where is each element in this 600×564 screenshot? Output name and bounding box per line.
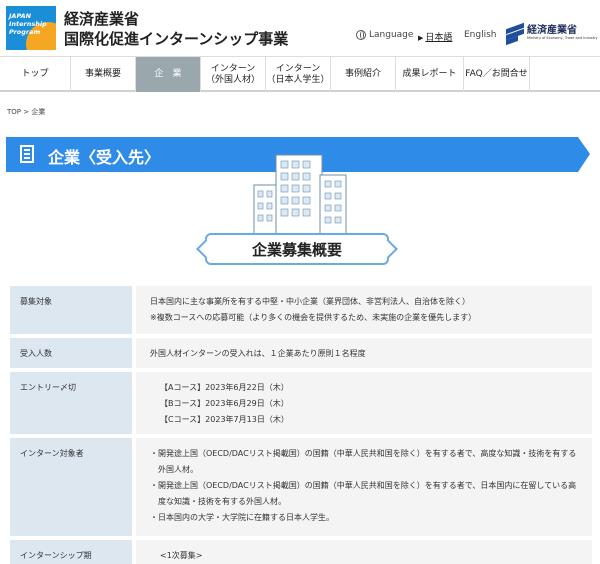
page-title: 企業〈受入先〉 (48, 148, 161, 167)
row-label: エントリー〆切 (10, 372, 132, 434)
row-label: 受入人数 (10, 338, 132, 368)
row-value: <1次募集> (136, 540, 592, 564)
nav-item-reports[interactable]: 成果レポート (395, 57, 463, 92)
meti-subtitle: Ministry of Economy, Trade and Industry (527, 36, 598, 40)
nav-item-intern-japanese[interactable]: インターン （日本人学生） (265, 57, 330, 92)
meti-mark-icon (506, 22, 524, 46)
building-illustration-icon (253, 154, 347, 238)
nav-item-case-studies[interactable]: 事例紹介 (330, 57, 395, 92)
table-row: インターンシップ期 <1次募集> (10, 540, 592, 564)
table-row: 募集対象 日本国内に主な事業所を有する中堅・中小企業（業界団体、非営利法人、自治… (10, 286, 592, 334)
row-label: インターンシップ期 (10, 540, 132, 564)
site-title[interactable]: 経済産業省 国際化促進インターンシップ事業 (64, 9, 288, 49)
row-value: 外国人材インターンの受入れは、１企業あたり原則１名程度 (136, 338, 592, 368)
site-title-line1: 経済産業省 (64, 10, 140, 28)
meti-name: 経済産業省 (527, 25, 577, 36)
globe-icon (356, 30, 366, 40)
row-value: 【Aコース】2023年6月22日（木） 【Bコース】2023年6月29日（木） … (136, 372, 592, 434)
meti-logo[interactable]: 経済産業省 Ministry of Economy, Trade and Ind… (506, 22, 598, 46)
logo-line: JAPAN (9, 12, 32, 20)
nav-item-intern-foreign[interactable]: インターン （外国人材） (200, 57, 265, 92)
table-row: インターン対象者 ・開発途上国（OECD/DACリスト掲載国）の国籍（中華人民共… (10, 438, 592, 536)
site-title-line2: 国際化促進インターンシップ事業 (64, 30, 289, 48)
japan-internship-program-logo[interactable]: JAPAN Internship Program (6, 6, 56, 50)
logo-line: Program (9, 28, 41, 36)
breadcrumb[interactable]: TOP > 企業 (7, 107, 45, 117)
row-value: 日本国内に主な事業所を有する中堅・中小企業（業界団体、非営利法人、自治体を除く）… (136, 286, 592, 334)
row-label: インターン対象者 (10, 438, 132, 536)
row-value: ・開発途上国（OECD/DACリスト掲載国）の国籍（中華人民共和国を除く）を有す… (136, 438, 592, 536)
main-nav: トップ 事業概要 企 業 インターン （外国人材） インターン （日本人学生） … (0, 56, 600, 92)
language-label: Language (356, 30, 413, 40)
lang-japanese-link[interactable]: 日本語 (418, 30, 452, 43)
nav-item-top[interactable]: トップ (0, 57, 70, 92)
table-row: 受入人数 外国人材インターンの受入れは、１企業あたり原則１名程度 (10, 338, 592, 368)
site-header: JAPAN Internship Program 経済産業省 国際化促進インター… (0, 0, 600, 56)
table-row: エントリー〆切 【Aコース】2023年6月22日（木） 【Bコース】2023年6… (10, 372, 592, 434)
row-label: 募集対象 (10, 286, 132, 334)
logo-line: Internship (9, 20, 47, 28)
lang-english-link[interactable]: English (464, 30, 497, 40)
nav-item-faq[interactable]: FAQ／お問合せ (463, 57, 530, 92)
section-heading: 企業募集概要 (205, 233, 389, 265)
nav-item-overview[interactable]: 事業概要 (70, 57, 135, 92)
nav-item-companies[interactable]: 企 業 (135, 57, 200, 92)
document-icon (20, 145, 34, 163)
